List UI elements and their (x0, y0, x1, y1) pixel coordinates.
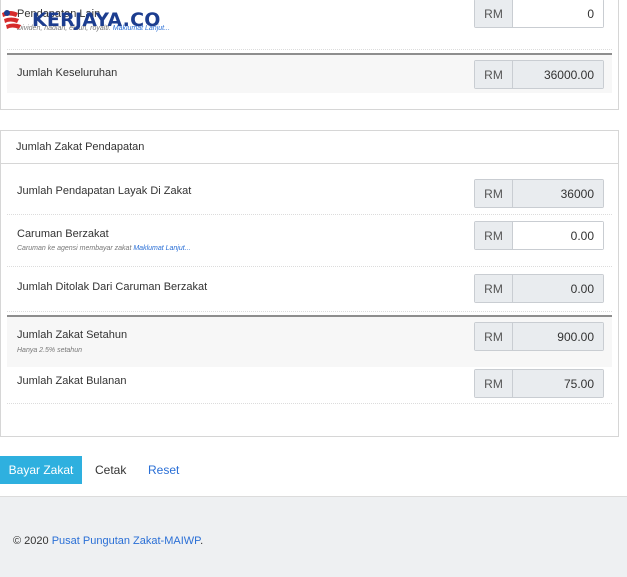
zakat-panel-title: Jumlah Zakat Pendapatan (16, 141, 145, 153)
zakat-panel-header: Jumlah Zakat Pendapatan (1, 131, 618, 164)
currency-addon: RM (475, 275, 513, 302)
row-monthly-zakat: Jumlah Zakat Bulanan RM 75.00 (7, 367, 612, 404)
more-info-link[interactable]: Maklumat Lanjut... (133, 245, 190, 252)
copyright-text: © 2020 Pusat Pungutan Zakat-MAIWP. (13, 535, 204, 547)
eligible-income-label: Jumlah Pendapatan Layak Di Zakat (17, 185, 192, 197)
currency-addon: RM (475, 0, 513, 27)
eligible-income-value: 36000 (513, 180, 603, 207)
total-label: Jumlah Keseluruhan (17, 67, 118, 79)
row-deducted: Jumlah Ditolak Dari Caruman Berzakat RM … (7, 268, 612, 312)
malaysia-flag-icon (2, 10, 21, 29)
yearly-zakat-value: 900.00 (513, 323, 603, 350)
currency-addon: RM (475, 323, 513, 350)
footer: © 2020 Pusat Pungutan Zakat-MAIWP. (0, 496, 627, 577)
total-value: 36000.00 (513, 61, 603, 88)
row-contribution: Caruman Berzakat Caruman ke agensi memba… (7, 216, 612, 267)
contribution-input[interactable]: 0.00 (513, 222, 603, 249)
monthly-zakat-input-group: RM 75.00 (474, 369, 604, 398)
yearly-zakat-note: Hanya 2.5% setahun (17, 347, 82, 354)
row-yearly-zakat: Jumlah Zakat Setahun Hanya 2.5% setahun … (7, 315, 612, 367)
yearly-zakat-input-group: RM 900.00 (474, 322, 604, 351)
deducted-label: Jumlah Ditolak Dari Caruman Berzakat (17, 281, 208, 293)
total-input-group: RM 36000.00 (474, 60, 604, 89)
currency-addon: RM (475, 61, 513, 88)
row-eligible-income: Jumlah Pendapatan Layak Di Zakat RM 3600… (7, 165, 612, 215)
row-total: Jumlah Keseluruhan RM 36000.00 (7, 53, 612, 93)
deducted-value: 0.00 (513, 275, 603, 302)
contribution-note: Caruman ke agensi membayar zakat Makluma… (17, 245, 191, 252)
other-income-input[interactable]: 0 (513, 0, 603, 27)
other-income-input-group: RM 0 (474, 0, 604, 28)
eligible-income-input-group: RM 36000 (474, 179, 604, 208)
currency-addon: RM (475, 370, 513, 397)
reset-button[interactable]: Reset (148, 463, 179, 477)
contribution-label: Caruman Berzakat (17, 228, 109, 240)
deducted-input-group: RM 0.00 (474, 274, 604, 303)
currency-addon: RM (475, 180, 513, 207)
currency-addon: RM (475, 222, 513, 249)
print-button[interactable]: Cetak (95, 463, 126, 477)
contribution-input-group: RM 0.00 (474, 221, 604, 250)
yearly-zakat-label: Jumlah Zakat Setahun (17, 329, 128, 341)
kerjaya-logo: KERJAYA.CO (0, 6, 161, 34)
logo-text: KERJAYA.CO (32, 9, 161, 31)
zakat-panel: Jumlah Zakat Pendapatan Jumlah Pendapata… (0, 130, 619, 437)
pay-zakat-button[interactable]: Bayar Zakat (0, 456, 82, 484)
footer-link[interactable]: Pusat Pungutan Zakat-MAIWP (52, 535, 200, 547)
monthly-zakat-value: 75.00 (513, 370, 603, 397)
monthly-zakat-label: Jumlah Zakat Bulanan (17, 375, 127, 387)
